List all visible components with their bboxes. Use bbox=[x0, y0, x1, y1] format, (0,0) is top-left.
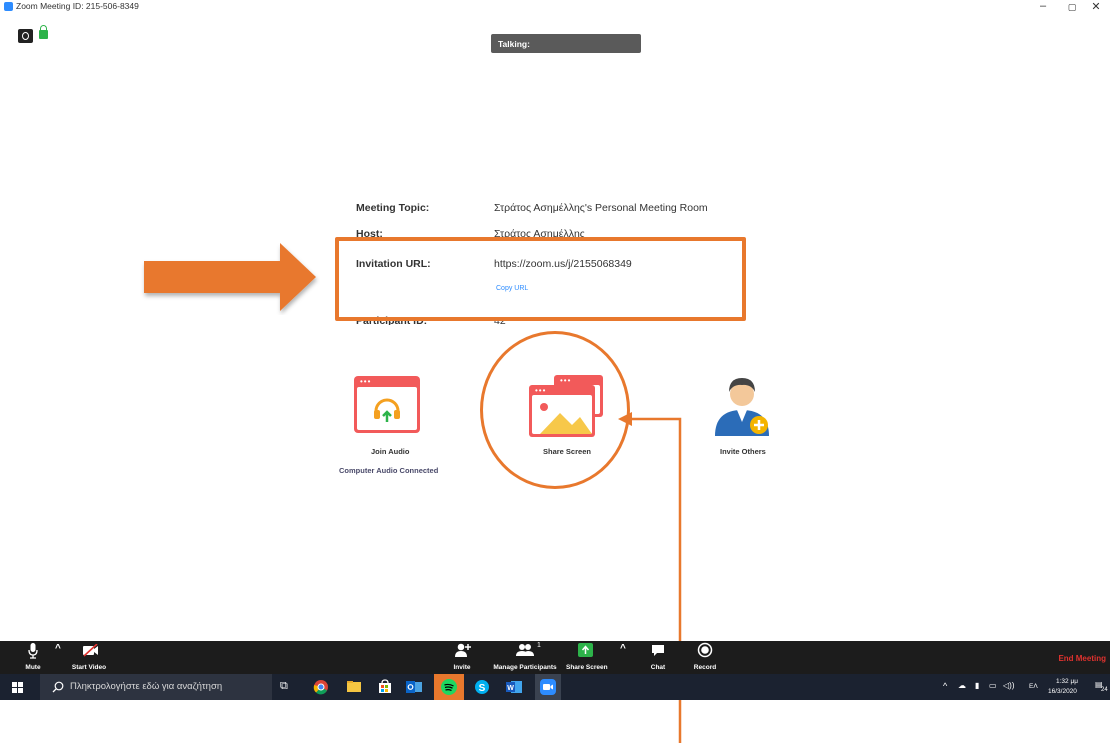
minimize-button[interactable]: – bbox=[1033, 0, 1053, 12]
host-value: Στράτος Ασημέλλης bbox=[494, 228, 585, 237]
share-screen-icon bbox=[578, 643, 593, 657]
chevron-up-icon: ^ bbox=[55, 643, 61, 654]
talking-indicator: Talking: bbox=[491, 34, 641, 53]
chat-icon bbox=[652, 645, 664, 656]
host-label: Host: bbox=[356, 228, 383, 237]
zoom-app-icon[interactable] bbox=[535, 674, 561, 700]
word-icon[interactable]: W bbox=[505, 678, 523, 696]
talking-label: Talking: bbox=[498, 39, 530, 49]
outlook-icon[interactable] bbox=[405, 678, 423, 696]
mute-label: Mute bbox=[25, 664, 41, 671]
computer-audio-status: Computer Audio Connected bbox=[339, 466, 439, 475]
restore-button[interactable]: ▢ bbox=[1062, 2, 1082, 13]
participants-icon bbox=[516, 644, 534, 656]
svg-text:W: W bbox=[507, 685, 514, 692]
end-meeting-button[interactable]: End Meeting bbox=[1058, 654, 1106, 663]
tray-chevron-icon[interactable]: ^ bbox=[943, 681, 947, 691]
spotify-icon[interactable] bbox=[434, 674, 464, 700]
chat-label: Chat bbox=[650, 664, 666, 671]
title-bar: Zoom Meeting ID: 215-506-8349 – ▢ ✕ bbox=[0, 0, 1110, 26]
svg-text:S: S bbox=[479, 683, 486, 694]
chevron-up-icon: ^ bbox=[620, 643, 626, 654]
meeting-topic-value: Στράτος Ασημέλλης's Personal Meeting Roo… bbox=[494, 202, 708, 214]
invite-label: Invite bbox=[453, 664, 471, 671]
invite-others-icon[interactable] bbox=[713, 374, 771, 436]
windows-taskbar: Πληκτρολογήστε εδώ για αναζήτηση ⧉ S W ^… bbox=[0, 674, 1110, 700]
lock-icon[interactable] bbox=[39, 25, 48, 39]
record-icon bbox=[697, 642, 713, 658]
window-title: Zoom Meeting ID: 215-506-8349 bbox=[16, 1, 139, 11]
add-person-icon bbox=[455, 643, 471, 657]
invite-others-label: Invite Others bbox=[720, 447, 766, 456]
meeting-toolbar: Mute ^ Start Video Invite 1 Manage Parti… bbox=[0, 641, 1110, 674]
video-off-icon bbox=[83, 644, 98, 657]
share-screen-toolbar-button[interactable]: Share Screen bbox=[566, 641, 608, 674]
clock-time[interactable]: 1:32 μμ bbox=[1056, 678, 1078, 685]
manage-participants-button[interactable]: 1 Manage Participants bbox=[486, 641, 564, 674]
search-placeholder: Πληκτρολογήστε εδώ για αναζήτηση bbox=[70, 681, 223, 692]
power-icon[interactable]: ▮ bbox=[975, 681, 979, 690]
microphone-icon bbox=[28, 643, 38, 659]
task-view-icon[interactable]: ⧉ bbox=[277, 678, 295, 696]
language-indicator[interactable]: ΕΛ bbox=[1029, 683, 1038, 690]
notification-count: 24 bbox=[1101, 687, 1108, 693]
invite-button[interactable]: Invite bbox=[448, 641, 476, 674]
headphones-icon bbox=[374, 398, 400, 422]
mute-button[interactable]: Mute bbox=[20, 641, 46, 674]
share-screen-toolbar-label: Share Screen bbox=[566, 664, 608, 671]
search-icon bbox=[52, 681, 64, 693]
window-dots-icon: ••• bbox=[360, 377, 372, 386]
meeting-info-icon[interactable] bbox=[18, 29, 33, 43]
windows-start-icon[interactable] bbox=[12, 682, 23, 693]
close-button[interactable]: ✕ bbox=[1086, 0, 1106, 13]
manage-participants-label: Manage Participants bbox=[493, 664, 557, 671]
share-screen-highlight-circle bbox=[480, 331, 630, 489]
clock-date[interactable]: 16/3/2020 bbox=[1048, 688, 1077, 695]
chrome-icon[interactable] bbox=[312, 678, 330, 696]
start-video-label: Start Video bbox=[71, 664, 107, 671]
taskbar-search-box[interactable]: Πληκτρολογήστε εδώ για αναζήτηση bbox=[40, 674, 272, 700]
record-label: Record bbox=[693, 664, 717, 671]
participant-count: 1 bbox=[537, 642, 541, 649]
file-explorer-icon[interactable] bbox=[345, 678, 363, 696]
share-options-button[interactable]: ^ bbox=[617, 641, 633, 674]
wifi-icon[interactable]: ▭ bbox=[989, 681, 997, 690]
orange-arrow-right bbox=[144, 243, 316, 311]
store-icon[interactable] bbox=[376, 678, 394, 696]
skype-icon[interactable]: S bbox=[473, 678, 491, 696]
invitation-highlight-box bbox=[335, 237, 746, 321]
volume-icon[interactable]: ◁)) bbox=[1003, 681, 1014, 690]
meeting-topic-label: Meeting Topic: bbox=[356, 202, 430, 214]
chat-button[interactable]: Chat bbox=[645, 641, 671, 674]
start-video-button[interactable]: Start Video bbox=[64, 641, 114, 674]
zoom-logo-icon bbox=[4, 2, 13, 11]
network-icon[interactable]: ☁ bbox=[958, 681, 966, 690]
join-audio-label: Join Audio bbox=[371, 447, 410, 456]
record-button[interactable]: Record bbox=[691, 641, 719, 674]
join-audio-button[interactable]: ••• bbox=[354, 376, 420, 433]
